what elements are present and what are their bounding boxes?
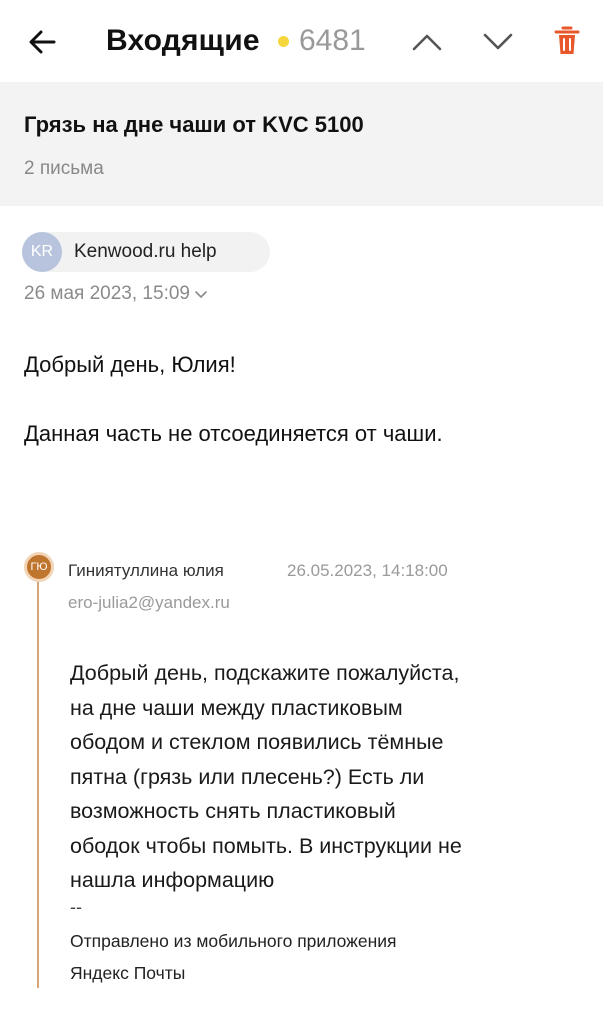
quoted-sender-email[interactable]: ero-julia2@yandex.ru	[68, 593, 230, 613]
quoted-sender-name: Гиниятуллина юлия	[68, 561, 224, 580]
next-message-button[interactable]	[478, 24, 518, 60]
signature-line: Яндекс Почты	[70, 963, 186, 983]
quoted-line: ободом и стеклом появились тёмные	[70, 730, 444, 754]
unread-count: 6481	[299, 24, 366, 57]
message-date[interactable]: 26 мая 2023, 15:09	[24, 283, 208, 305]
quoted-line: ободок чтобы помыть. В инструкции не	[70, 833, 462, 858]
quoted-line: возможность снять пластиковый	[70, 799, 396, 823]
thread-message-count: 2 письма	[24, 158, 104, 179]
unread-dot	[278, 36, 289, 47]
quoted-sender-avatar: ГЮ	[24, 552, 54, 582]
trash-icon	[554, 26, 580, 54]
message-greeting: Добрый день, Юлия!	[24, 352, 236, 377]
chevron-down-small-icon	[195, 291, 207, 298]
chevron-up-icon	[412, 34, 442, 51]
signature-line: Отправлено из мобильного приложения	[70, 931, 397, 951]
folder-title: Входящие	[106, 24, 260, 57]
message-text: Данная часть не отсоединяется от чаши.	[24, 421, 443, 446]
sender-avatar: KR	[22, 232, 62, 272]
back-button[interactable]	[22, 22, 62, 62]
delete-button[interactable]	[548, 20, 586, 62]
quote-bar	[37, 576, 39, 988]
quoted-message-text: Добрый день, подскажите пожалуйста, на д…	[70, 656, 570, 898]
thread-header: Грязь на дне чаши от KVC 5100 2 письма	[0, 82, 603, 206]
sender-name: Kenwood.ru help	[74, 241, 217, 262]
quoted-date: 26.05.2023, 14:18:00	[287, 561, 448, 580]
quoted-line: на дне чаши между пластиковым	[70, 695, 403, 720]
quoted-line: пятна (грязь или плесень?) Есть ли	[70, 764, 425, 789]
top-bar: Входящие 6481	[0, 0, 603, 82]
signature-separator: --	[70, 897, 82, 917]
chevron-down-icon	[483, 33, 513, 50]
quoted-line: нашла информацию	[70, 868, 275, 892]
sender-chip[interactable]: KR Kenwood.ru help	[22, 232, 270, 272]
arrow-left-icon	[29, 30, 56, 54]
previous-message-button[interactable]	[407, 24, 447, 60]
message-date-text: 26 мая 2023, 15:09	[24, 283, 190, 304]
quoted-line: Добрый день, подскажите пожалуйста,	[70, 661, 460, 685]
thread-subject: Грязь на дне чаши от KVC 5100	[24, 112, 364, 137]
